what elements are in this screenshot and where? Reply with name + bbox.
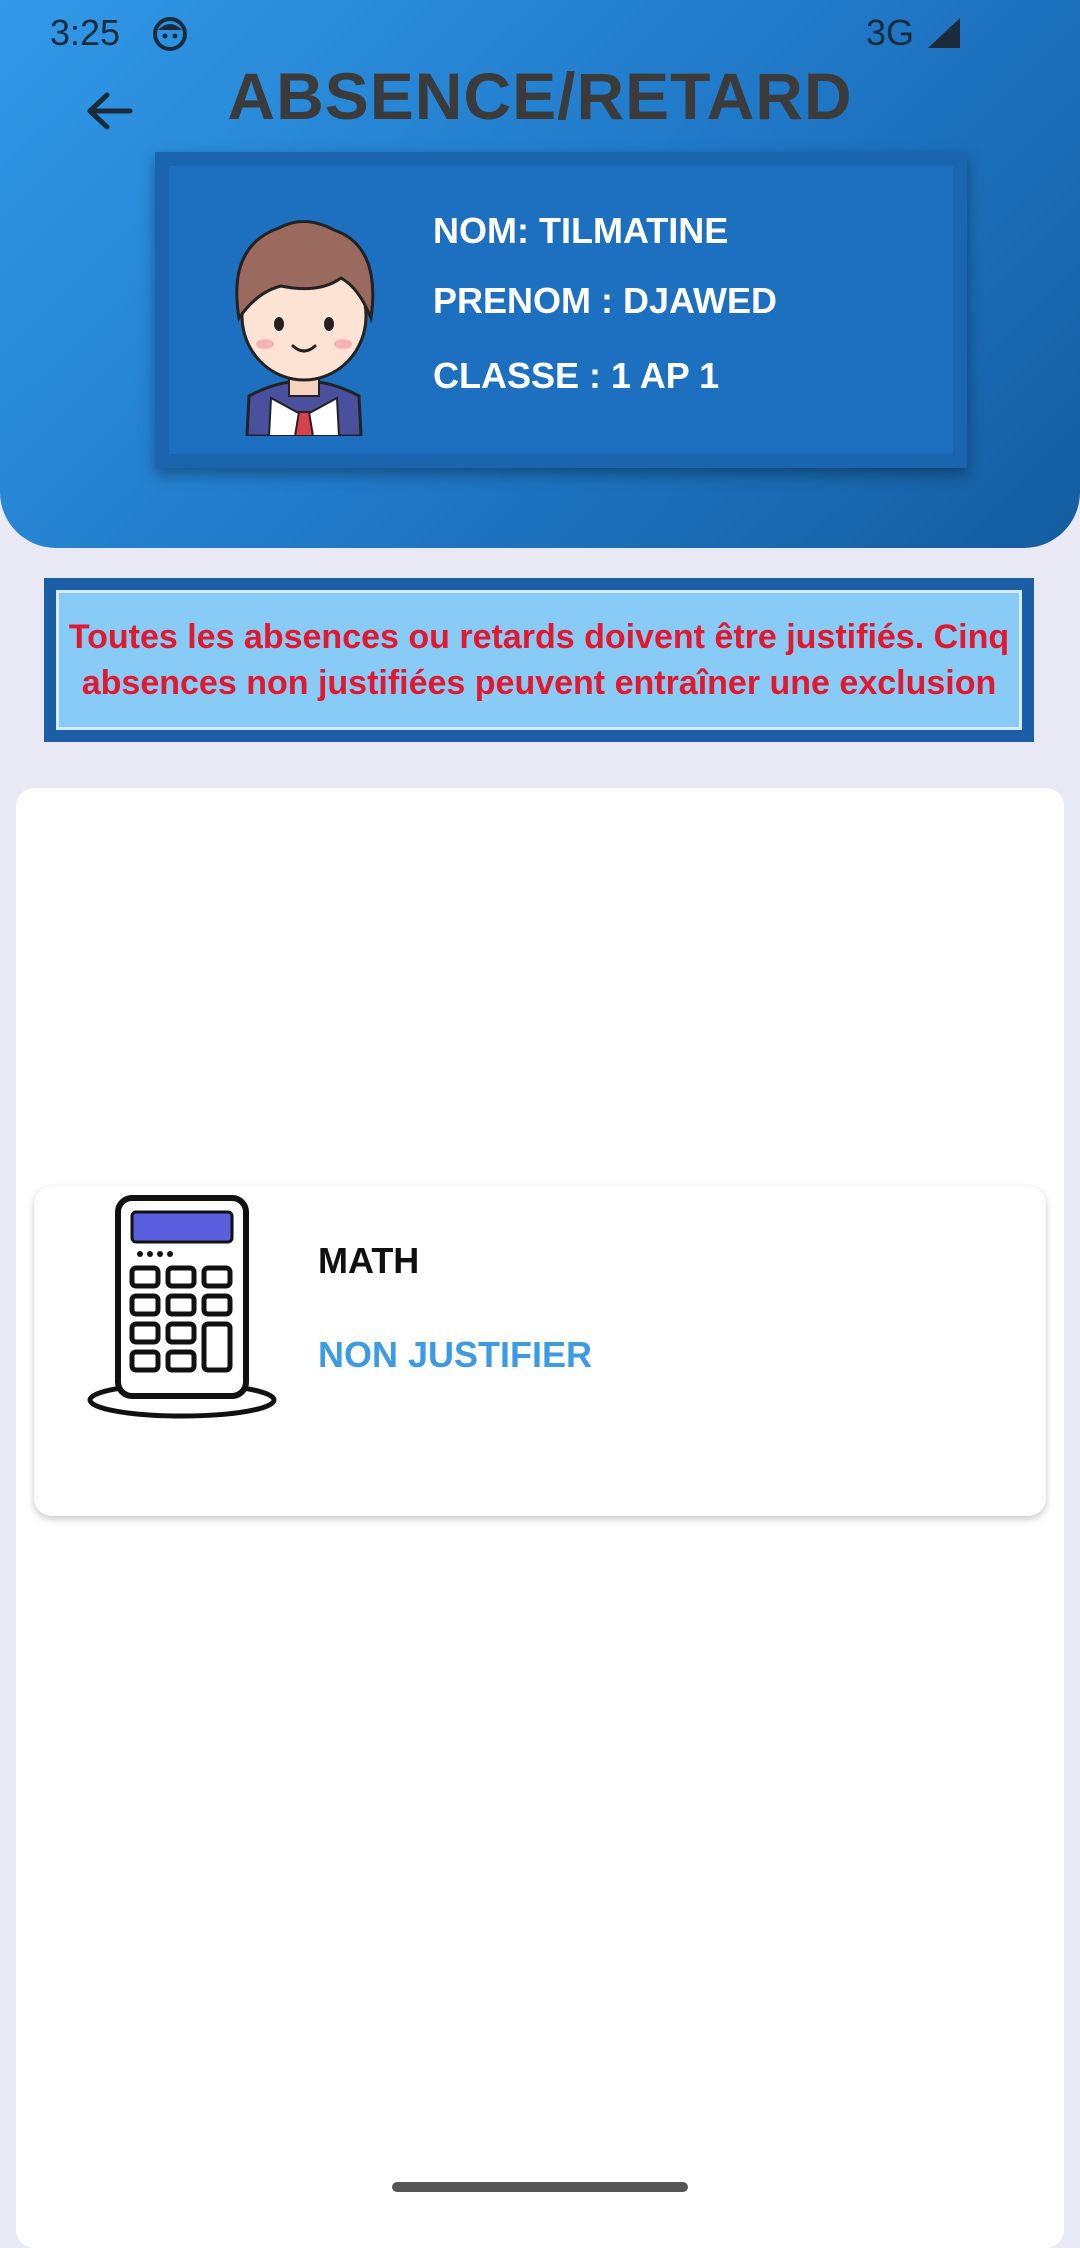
status-time: 3:25	[50, 12, 121, 53]
page-title: ABSENCE/RETARD	[227, 59, 853, 133]
student-avatar	[209, 206, 399, 438]
home-indicator[interactable]	[392, 2182, 688, 2192]
student-first-name: PRENOM : DJAWED	[433, 280, 778, 321]
absence-list-panel	[16, 788, 1064, 2248]
notification-face-icon	[152, 16, 188, 57]
notice-box: Toutes les absences ou retards doivent ê…	[56, 590, 1022, 730]
status-bar: 3:25 3G	[0, 0, 1080, 66]
absence-item[interactable]: MATH NON JUSTIFIER	[34, 1186, 1046, 1516]
student-last-name: NOM: TILMATINE	[433, 210, 729, 251]
signal-icon	[924, 16, 962, 55]
network-type: 3G	[866, 12, 915, 53]
calculator-icon	[82, 1194, 282, 1422]
notice-text: Toutes les absences ou retards doivent ê…	[68, 618, 1010, 702]
student-profile-card: NOM: TILMATINE PRENOM : DJAWED CLASSE : …	[155, 152, 967, 468]
student-class: CLASSE : 1 AP 1	[433, 355, 720, 396]
absence-policy-notice: Toutes les absences ou retards doivent ê…	[44, 578, 1034, 742]
subject-name: MATH	[318, 1240, 420, 1281]
justification-status: NON JUSTIFIER	[318, 1334, 593, 1375]
